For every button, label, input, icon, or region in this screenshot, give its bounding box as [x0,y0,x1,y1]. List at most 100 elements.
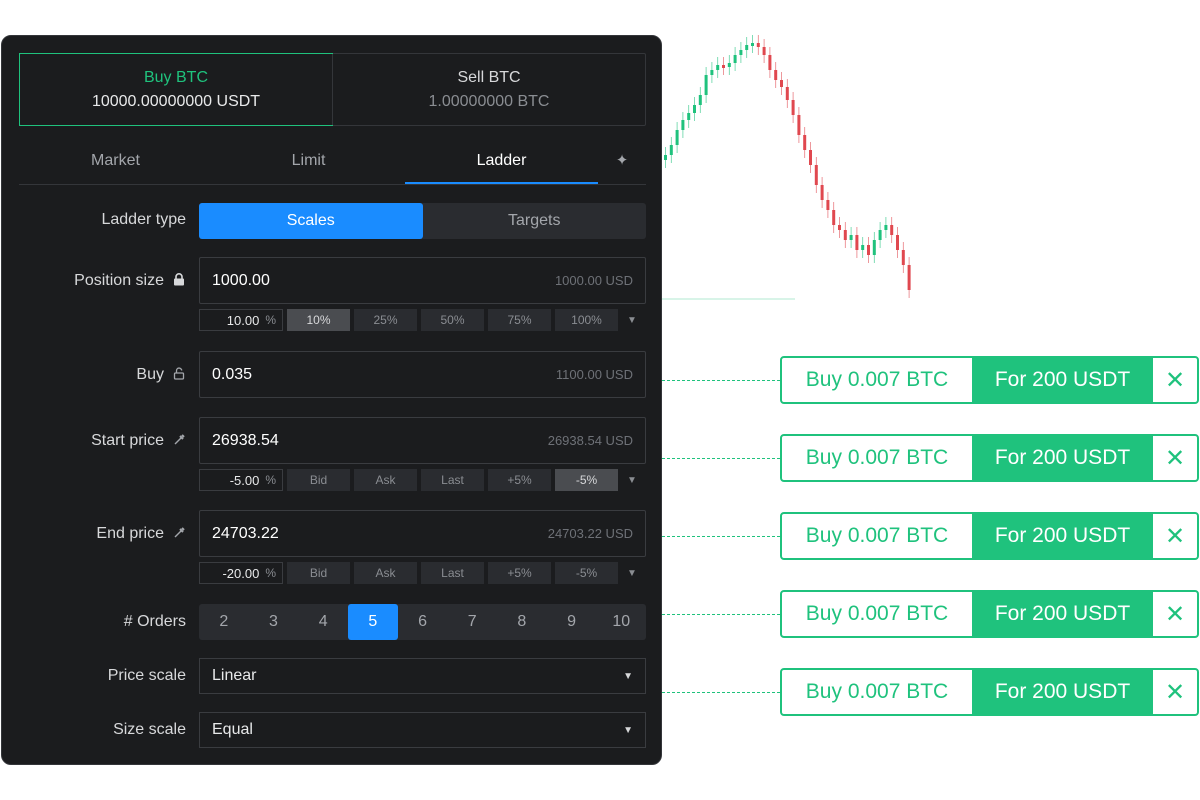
lock-icon [172,273,186,289]
buy-amount-value: 0.035 [212,365,253,383]
start-minus5-button[interactable]: -5% [555,469,618,491]
price-scale-select[interactable]: Linear ▼ [199,658,646,694]
orders-count-label-text: # Orders [123,613,186,630]
orders-count-selector: 2 3 4 5 6 7 8 9 10 [199,604,646,640]
close-icon[interactable]: ✕ [1153,514,1197,558]
end-last-button[interactable]: Last [421,562,484,584]
start-price-value: 26938.54 [212,431,279,449]
candle [861,237,865,258]
buy-amount-input[interactable]: 0.035 1100.00 USD [199,351,646,398]
start-last-button[interactable]: Last [421,469,484,491]
end-bid-button[interactable]: Bid [287,562,350,584]
targets-option[interactable]: Targets [423,203,647,239]
position-pct-value: 10.00 [226,312,260,328]
end-price-pct-input[interactable]: -20.00% [199,562,283,584]
caret-down-icon[interactable]: ▼ [622,568,642,579]
candle [878,222,882,248]
position-size-input[interactable]: 1000.00 1000.00 USD [199,257,646,304]
close-icon[interactable]: ✕ [1153,358,1197,402]
stage: Buy BTC 10000.00000000 USDT Sell BTC 1.0… [0,0,1200,800]
order-type-tabs: Market Limit Ladder ✦ [19,140,646,185]
sell-side-tab[interactable]: Sell BTC 1.00000000 BTC [332,54,645,125]
candle [785,79,789,108]
order-line [662,536,780,537]
caret-down-icon[interactable]: ▼ [622,475,642,486]
candle [884,217,888,238]
eyedropper-icon[interactable] [172,526,186,542]
end-price-input[interactable]: 24703.22 24703.22 USD [199,510,646,557]
orders-option-10[interactable]: 10 [596,604,646,640]
candle [664,147,667,168]
ladder-order-card: Buy 0.007 BTC For 200 USDT ✕ [780,434,1199,482]
order-cost: For 200 USDT [972,670,1153,714]
end-price-label-text: End price [96,525,164,542]
sparkle-icon[interactable]: ✦ [598,140,646,184]
side-tabs: Buy BTC 10000.00000000 USDT Sell BTC 1.0… [19,53,646,126]
ladder-order-card: Buy 0.007 BTC For 200 USDT ✕ [780,356,1199,404]
buy-label-text: Buy [136,366,164,383]
candle [838,217,841,238]
position-size-pct-input[interactable]: 10.00% [199,309,283,331]
start-price-usd: 26938.54 USD [547,433,633,448]
buy-label: Buy [136,366,186,384]
order-amount: Buy 0.007 BTC [805,680,949,703]
position-size-label: Position size [74,272,186,290]
orders-option-6[interactable]: 6 [398,604,448,640]
end-minus5-button[interactable]: -5% [555,562,618,584]
candle [780,72,783,95]
order-amount: Buy 0.007 BTC [805,524,949,547]
caret-down-icon: ▼ [623,724,633,736]
close-icon[interactable]: ✕ [1153,670,1197,714]
caret-down-icon[interactable]: ▼ [622,315,642,326]
orders-option-8[interactable]: 8 [497,604,547,640]
candle [849,227,853,248]
end-ask-button[interactable]: Ask [354,562,417,584]
candle [687,105,691,128]
caret-down-icon: ▼ [623,670,633,682]
close-icon[interactable]: ✕ [1153,592,1197,636]
end-plus5-button[interactable]: +5% [488,562,551,584]
order-line [662,614,780,615]
start-bid-button[interactable]: Bid [287,469,350,491]
orders-option-5[interactable]: 5 [348,604,398,640]
start-plus5-button[interactable]: +5% [488,469,551,491]
start-price-pct-input[interactable]: -5.00% [199,469,283,491]
tab-limit[interactable]: Limit [212,140,405,184]
orders-option-4[interactable]: 4 [298,604,348,640]
orders-option-9[interactable]: 9 [547,604,597,640]
sell-side-balance: 1.00000000 BTC [428,92,550,110]
end-pct-value: -20.00 [222,565,260,581]
start-ask-button[interactable]: Ask [354,469,417,491]
eyedropper-icon[interactable] [172,433,186,449]
quick-10[interactable]: 10% [287,309,350,331]
candle [803,127,807,158]
ladder-order-card: Buy 0.007 BTC For 200 USDT ✕ [780,590,1199,638]
tab-ladder[interactable]: Ladder [405,140,598,184]
size-scale-select[interactable]: Equal ▼ [199,712,646,748]
orders-option-7[interactable]: 7 [447,604,497,640]
position-size-usd: 1000.00 USD [554,273,633,288]
close-icon[interactable]: ✕ [1153,436,1197,480]
orders-option-2[interactable]: 2 [199,604,249,640]
candle [768,47,772,78]
position-size-value: 1000.00 [212,271,270,289]
quick-25[interactable]: 25% [354,309,417,331]
pct-unit: % [265,473,276,487]
end-price-label: End price [96,525,186,543]
order-cost: For 200 USDT [972,514,1153,558]
start-price-input[interactable]: 26938.54 26938.54 USD [199,417,646,464]
scales-option[interactable]: Scales [199,203,423,239]
candle [774,62,778,88]
order-line [662,692,780,693]
quick-75[interactable]: 75% [488,309,551,331]
tab-market[interactable]: Market [19,140,212,184]
quick-50[interactable]: 50% [421,309,484,331]
quick-100[interactable]: 100% [555,309,618,331]
candle [843,222,847,248]
orders-count-label: # Orders [124,613,186,631]
sell-side-label: Sell BTC [457,68,521,86]
candle [890,217,894,243]
orders-option-3[interactable]: 3 [249,604,299,640]
buy-side-tab[interactable]: Buy BTC 10000.00000000 USDT [19,53,333,126]
order-cost: For 200 USDT [972,436,1153,480]
